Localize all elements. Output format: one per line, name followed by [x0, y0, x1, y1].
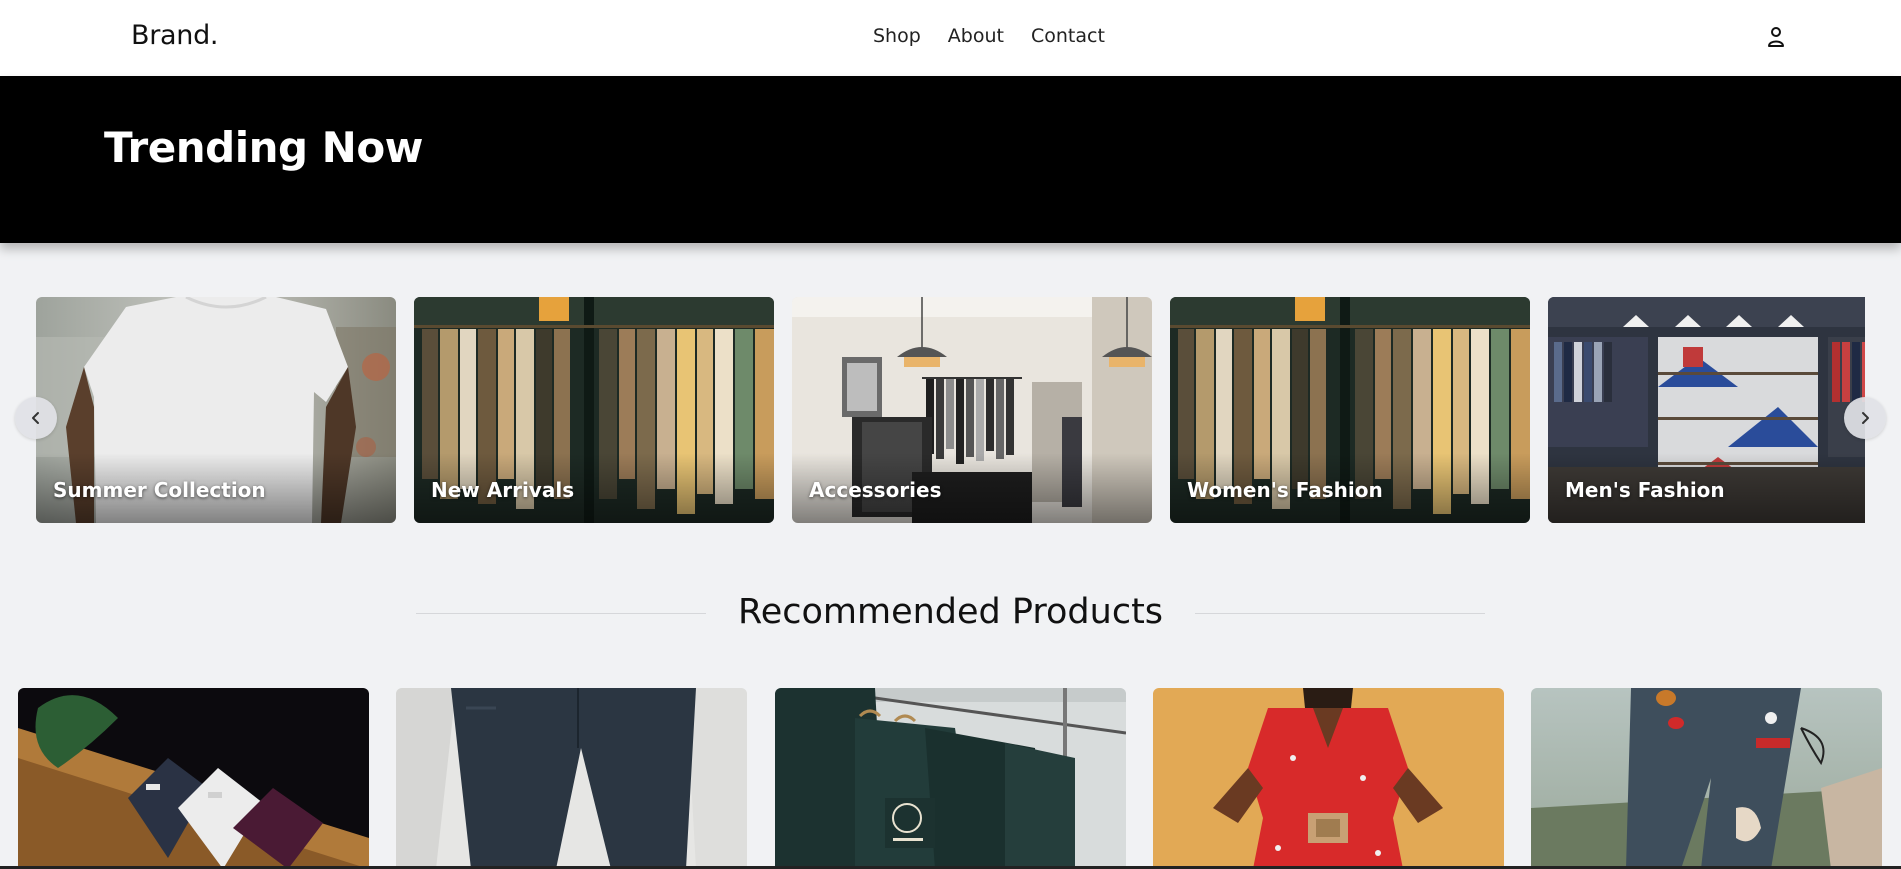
navbar: Brand. Shop About Contact — [0, 0, 1901, 76]
user-icon — [1768, 27, 1784, 47]
recommended-header: Recommended Products — [0, 590, 1901, 640]
category-card-mens-fashion[interactable]: Men's Fashion — [1548, 297, 1865, 523]
nav-about[interactable]: About — [948, 25, 1004, 47]
section-title: Recommended Products — [737, 592, 1164, 632]
product-image — [18, 688, 369, 869]
product-card[interactable] — [775, 688, 1126, 869]
category-label: Men's Fashion — [1565, 478, 1725, 502]
nav-contact[interactable]: Contact — [1031, 25, 1105, 47]
product-card[interactable] — [1153, 688, 1504, 869]
category-label: Accessories — [809, 478, 942, 502]
product-image — [396, 688, 747, 869]
category-label: Summer Collection — [53, 478, 266, 502]
category-label: Women's Fashion — [1187, 478, 1383, 502]
hero-banner: Trending Now — [0, 76, 1901, 243]
chevron-right-icon — [1862, 412, 1869, 424]
brand-logo[interactable]: Brand. — [131, 20, 219, 51]
category-card-accessories[interactable]: Accessories — [792, 297, 1152, 523]
product-image — [1153, 688, 1504, 869]
category-card-new-arrivals[interactable]: New Arrivals — [414, 297, 774, 523]
product-card[interactable] — [1531, 688, 1882, 869]
product-image — [1531, 688, 1882, 869]
product-card[interactable] — [18, 688, 369, 869]
category-label: New Arrivals — [431, 478, 575, 502]
chevron-left-icon — [32, 412, 39, 424]
nav-shop[interactable]: Shop — [873, 25, 921, 47]
user-account-button[interactable] — [1763, 24, 1789, 50]
hero-title: Trending Now — [104, 123, 424, 172]
category-card-womens-fashion[interactable]: Women's Fashion — [1170, 297, 1530, 523]
carousel-next-button[interactable] — [1844, 397, 1886, 439]
product-card[interactable] — [396, 688, 747, 869]
category-card-summer-collection[interactable]: Summer Collection — [36, 297, 396, 523]
divider-right — [1195, 613, 1485, 614]
category-carousel: Summer Collection New Arrivals Accessori… — [0, 297, 1865, 523]
main-nav: Shop About Contact — [873, 25, 1105, 47]
product-image — [775, 688, 1126, 869]
carousel-prev-button[interactable] — [15, 397, 57, 439]
